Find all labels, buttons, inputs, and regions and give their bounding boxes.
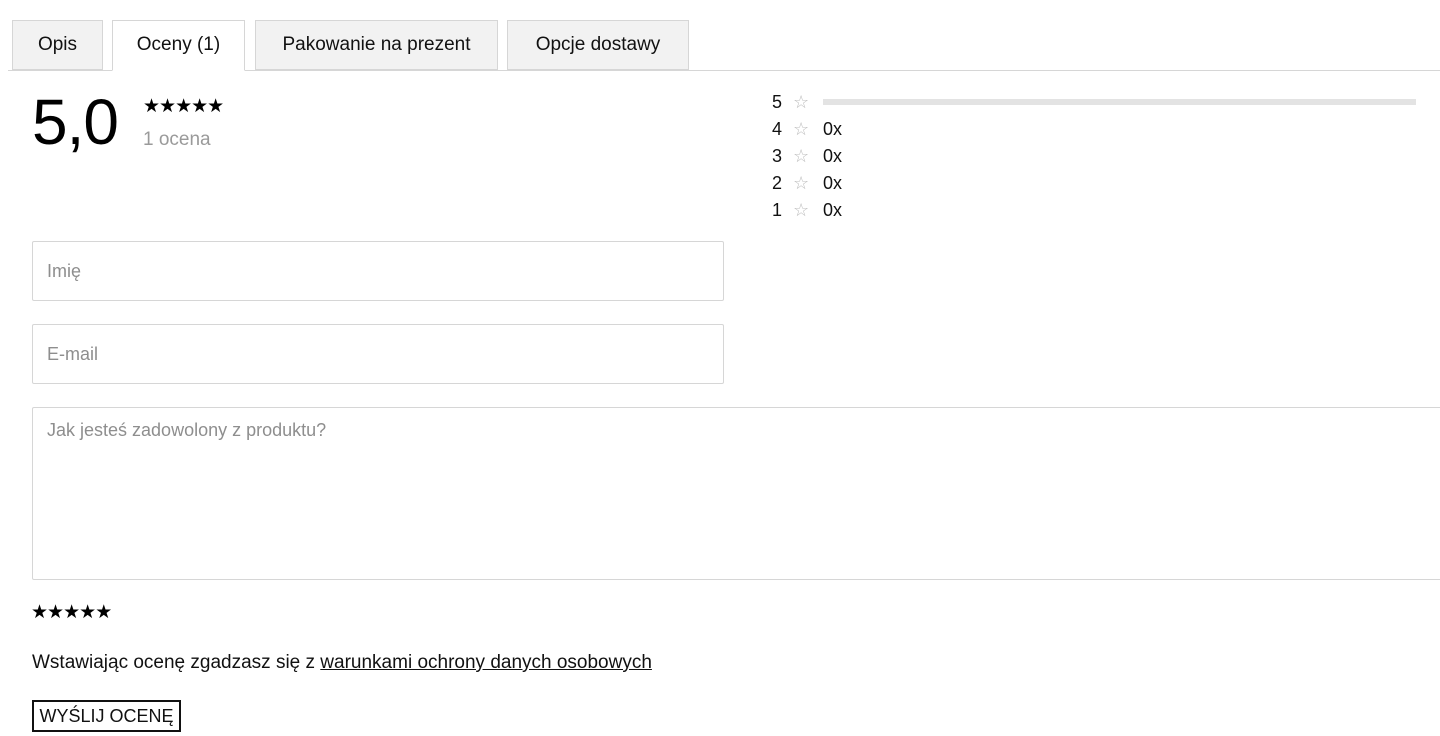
distribution-stars-label: 4 bbox=[772, 119, 783, 139]
star-5-icon[interactable]: ★ bbox=[95, 602, 112, 623]
star-3-icon[interactable]: ★ bbox=[63, 602, 80, 623]
review-textarea[interactable] bbox=[32, 407, 1440, 580]
star-4-icon[interactable]: ★ bbox=[79, 602, 96, 623]
star-outline-icon: ☆ bbox=[793, 173, 810, 193]
submit-review-button[interactable]: WYŚLIJ OCENĘ bbox=[32, 700, 181, 732]
email-input[interactable] bbox=[32, 324, 724, 384]
star-rating-input: ★★★★★ bbox=[31, 602, 112, 624]
tabs-bar: Opis Oceny (1) Pakowanie na prezent Opcj… bbox=[0, 0, 1440, 71]
star-outline-icon: ☆ bbox=[793, 92, 810, 112]
star-2-icon[interactable]: ★ bbox=[47, 602, 64, 623]
distribution-count: 0x bbox=[823, 173, 843, 193]
star-1-icon[interactable]: ★ bbox=[31, 602, 48, 623]
rating-score: 5,0 bbox=[32, 86, 119, 158]
privacy-policy-link[interactable]: warunkami ochrony danych osobowych bbox=[320, 652, 652, 673]
distribution-count: 0x bbox=[823, 119, 843, 139]
consent-notice: Wstawiając ocenę zgadzasz się z warunkam… bbox=[32, 650, 652, 676]
distribution-row-2: 2 ☆ 0x bbox=[772, 171, 1432, 198]
distribution-row-5: 5 ☆ bbox=[772, 90, 1432, 117]
distribution-count: 0x bbox=[823, 146, 843, 166]
consent-text: Wstawiając ocenę zgadzasz się z bbox=[32, 652, 321, 673]
name-input[interactable] bbox=[32, 241, 724, 301]
tab-opcje-dostawy[interactable]: Opcje dostawy bbox=[507, 20, 689, 70]
distribution-count: 0x bbox=[823, 200, 843, 220]
distribution-bar-fill bbox=[823, 99, 1416, 105]
distribution-stars-label: 5 bbox=[772, 92, 783, 112]
distribution-stars-label: 2 bbox=[772, 173, 783, 193]
star-outline-icon: ☆ bbox=[793, 200, 810, 220]
rating-distribution: 5 ☆ 4 ☆ 0x 3 ☆ 0x 2 ☆ 0x 1 ☆ 0x bbox=[772, 90, 1432, 225]
rating-count: 1 ocena bbox=[143, 129, 211, 150]
tab-opis[interactable]: Opis bbox=[12, 20, 103, 70]
star-outline-icon: ☆ bbox=[793, 146, 810, 166]
tab-pakowanie-na-prezent[interactable]: Pakowanie na prezent bbox=[255, 20, 498, 70]
distribution-bar bbox=[823, 99, 1416, 105]
distribution-row-4: 4 ☆ 0x bbox=[772, 117, 1432, 144]
distribution-row-1: 1 ☆ 0x bbox=[772, 198, 1432, 225]
tab-oceny[interactable]: Oceny (1) bbox=[112, 20, 245, 71]
distribution-row-3: 3 ☆ 0x bbox=[772, 144, 1432, 171]
star-outline-icon: ☆ bbox=[793, 119, 810, 139]
distribution-stars-label: 3 bbox=[772, 146, 783, 166]
rating-stars-icon: ★★★★★ bbox=[143, 96, 224, 117]
distribution-stars-label: 1 bbox=[772, 200, 783, 220]
